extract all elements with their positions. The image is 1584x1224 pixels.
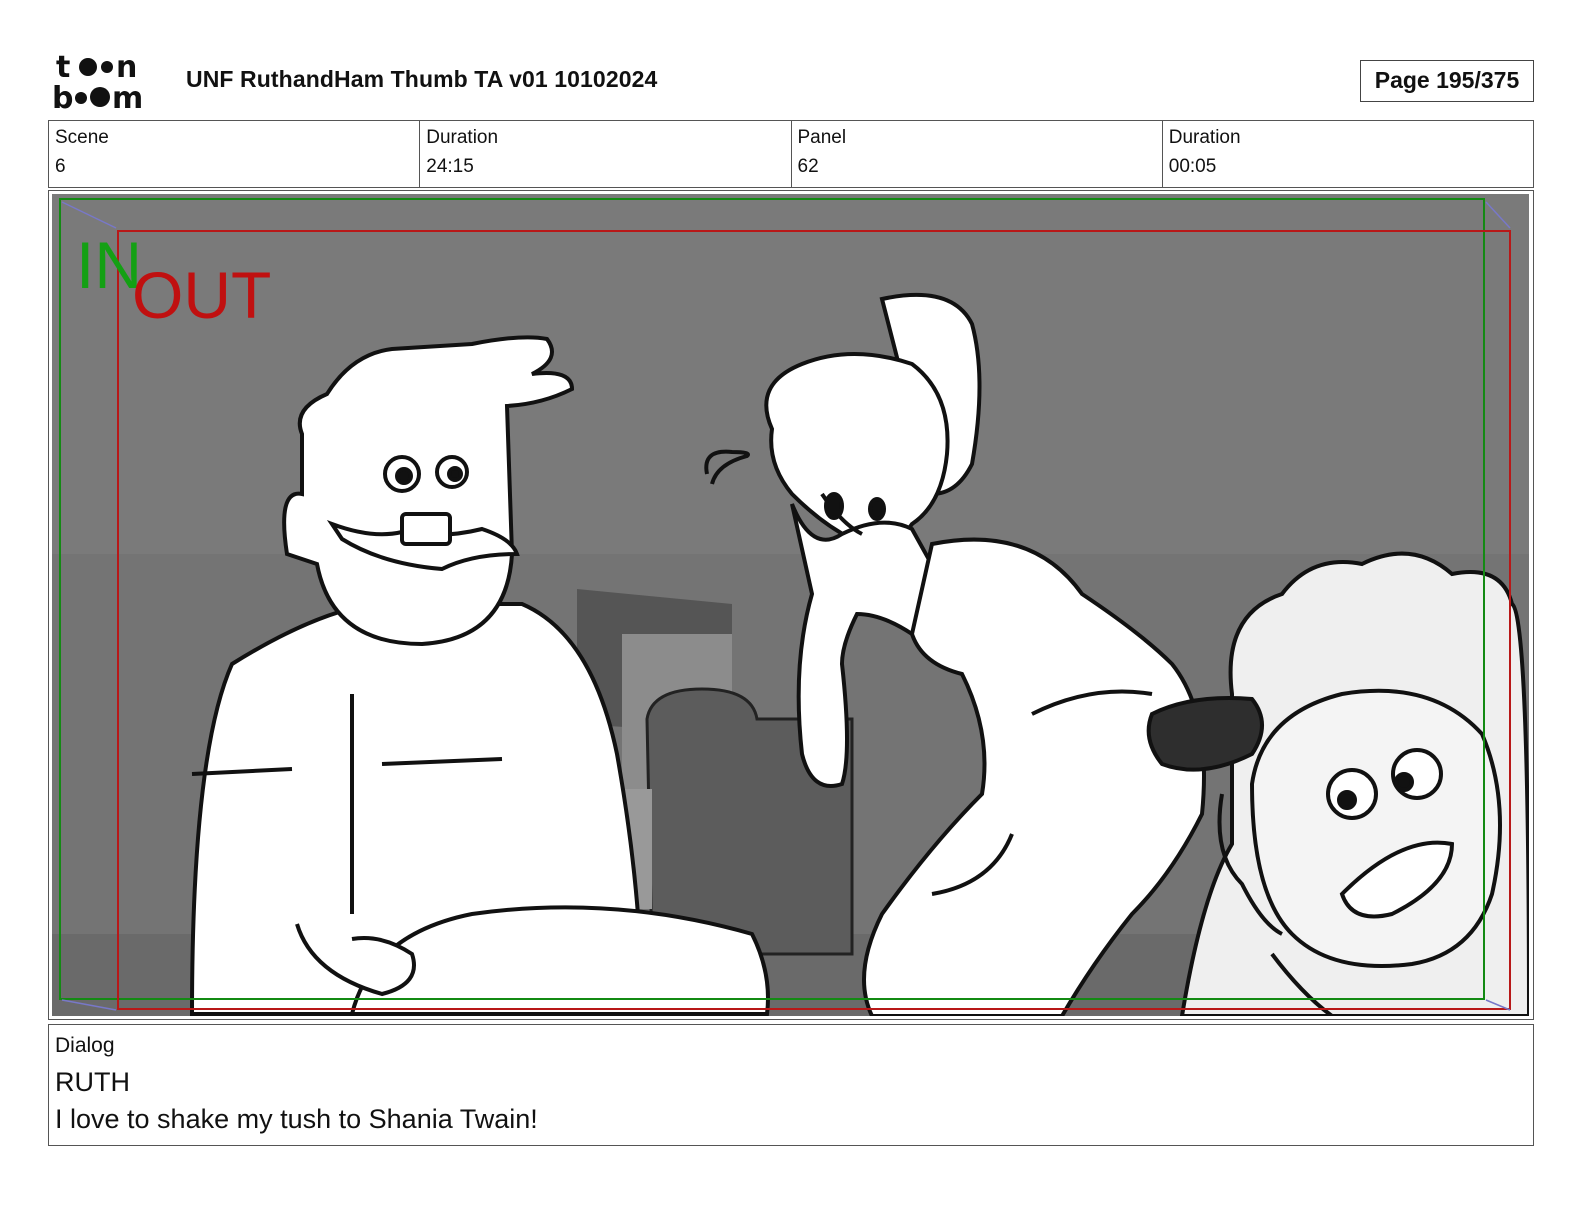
toonboom-logo: t n b m — [52, 50, 143, 112]
scene-cell: Scene 6 — [49, 121, 419, 187]
panel-duration-value: 00:05 — [1168, 156, 1217, 177]
panel-info-table: Scene 6 Duration 24:15 Panel 62 Duration… — [48, 120, 1534, 188]
scene-duration-cell: Duration 24:15 — [419, 121, 790, 187]
svg-text:b: b — [52, 81, 73, 112]
panel-cell: Panel 62 — [790, 121, 1162, 187]
panel-duration-cell: Duration 00:05 — [1161, 121, 1533, 187]
dialog-box: Dialog RUTH I love to shake my tush to S… — [48, 1024, 1534, 1146]
svg-text:n: n — [116, 50, 137, 85]
scene-duration-label: Duration — [426, 127, 499, 148]
dialog-line: I love to shake my tush to Shania Twain! — [55, 1104, 538, 1134]
storyboard-drawing: IN OUT — [52, 194, 1529, 1016]
out-marker: OUT — [132, 258, 271, 332]
panel-label: Panel — [797, 127, 847, 148]
svg-text:m: m — [112, 81, 143, 112]
page-number: Page 195/375 — [1360, 60, 1534, 102]
panel-duration-label: Duration — [1168, 127, 1241, 148]
scene-label: Scene — [55, 127, 109, 148]
dialog-label: Dialog — [55, 1034, 115, 1057]
scene-value: 6 — [55, 156, 66, 177]
panel-value: 62 — [797, 156, 819, 177]
svg-text:t: t — [56, 50, 70, 85]
storyboard-panel: IN OUT — [48, 190, 1534, 1020]
dialog-speaker: RUTH — [55, 1067, 130, 1097]
scene-duration-value: 24:15 — [426, 156, 474, 177]
document-title: UNF RuthandHam Thumb TA v01 10102024 — [186, 66, 658, 92]
